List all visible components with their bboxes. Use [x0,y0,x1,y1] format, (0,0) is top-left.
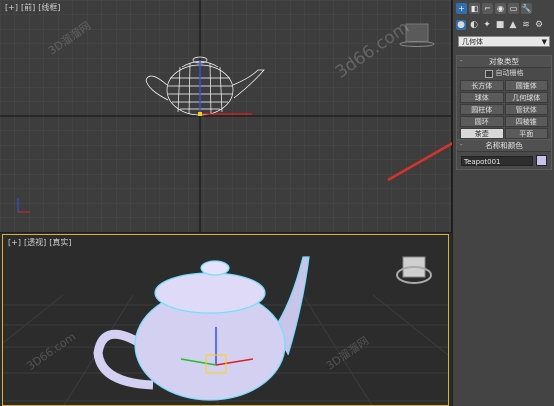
utilities-tab[interactable]: 🔧 [521,3,532,14]
name-row: Teapot001 [457,152,551,169]
viewport-view-name[interactable]: [透视] [24,238,46,247]
teapot-solid [93,256,310,401]
shapes-icon[interactable]: ◐ [469,20,479,30]
box-button[interactable]: 长方体 [460,80,504,91]
object-type-title: 对象类型 [489,57,519,66]
create-tab[interactable]: + [456,3,467,14]
category-dropdown-value: 几何体 [462,38,483,46]
panel-tabs: + ◧ ⌐ ◉ ▭ 🔧 [456,3,552,17]
modify-tab[interactable]: ◧ [469,3,480,14]
viewport-menu[interactable]: [+] [5,3,18,12]
viewcube [396,256,432,284]
display-tab[interactable]: ▭ [508,3,519,14]
cylinder-button[interactable]: 圆柱体 [460,104,504,115]
teapot-button[interactable]: 茶壶 [460,128,504,139]
collapse-icon: - [460,57,463,65]
plane-button[interactable]: 平面 [504,128,548,139]
cameras-icon[interactable]: ■ [495,20,505,30]
helpers-icon[interactable]: ▲ [508,20,518,30]
autogrid-row[interactable]: 自动栅格 [457,68,551,79]
hierarchy-tab[interactable]: ⌐ [482,3,493,14]
category-dropdown[interactable]: 几何体 ▼ [458,36,550,47]
geometry-icon[interactable]: ● [456,20,466,30]
tube-button[interactable]: 管状体 [504,104,548,115]
viewport-shading[interactable]: [真实] [49,238,71,247]
primitive-buttons: 长方体 圆锥体 球体 几何球体 圆柱体 管状体 圆环 四棱锥 茶壶 平面 [457,79,551,142]
lights-icon[interactable]: ✦ [482,20,492,30]
perspective-viewport[interactable]: [+] [透视] [真实] 3D66.com 3D溜溜网 [2,234,449,406]
autogrid-label: 自动栅格 [495,69,524,77]
collapse-icon: - [460,141,463,149]
cone-button[interactable]: 圆锥体 [504,80,548,91]
pyramid-button[interactable]: 四棱锥 [504,116,548,127]
create-category-icons: ● ◐ ✦ ■ ▲ ≋ ⚙ [456,20,552,33]
object-type-header[interactable]: - 对象类型 [457,56,551,68]
motion-tab[interactable]: ◉ [495,3,506,14]
geosphere-button[interactable]: 几何球体 [504,92,548,103]
name-color-header[interactable]: - 名称和颜色 [457,140,551,152]
perspective-viewport-label[interactable]: [+] [透视] [真实] [8,237,74,248]
systems-icon[interactable]: ⚙ [534,20,544,30]
command-panel: + ◧ ⌐ ◉ ▭ 🔧 ● ◐ ✦ ■ ▲ ≋ ⚙ 几何体 ▼ - 对象类型 自… [452,0,554,406]
viewport-menu[interactable]: [+] [8,238,21,247]
front-viewport-label[interactable]: [+] [前] [线框] [5,2,63,13]
perspective-scene [3,256,448,405]
name-color-rollout: - 名称和颜色 Teapot001 [456,139,552,170]
chevron-down-icon: ▼ [541,38,547,46]
object-name-field[interactable]: Teapot001 [461,155,534,166]
object-type-rollout: - 对象类型 自动栅格 长方体 圆锥体 球体 几何球体 圆柱体 管状体 圆环 四… [456,55,552,143]
torus-button[interactable]: 圆环 [460,116,504,127]
autogrid-checkbox[interactable] [484,69,493,78]
spacewarps-icon[interactable]: ≋ [521,20,531,30]
sphere-button[interactable]: 球体 [460,92,504,103]
object-color-swatch[interactable] [536,155,547,166]
viewport-shading[interactable]: [线框] [38,3,60,12]
viewport-view-name[interactable]: [前] [21,3,35,12]
name-color-title: 名称和颜色 [485,141,523,150]
